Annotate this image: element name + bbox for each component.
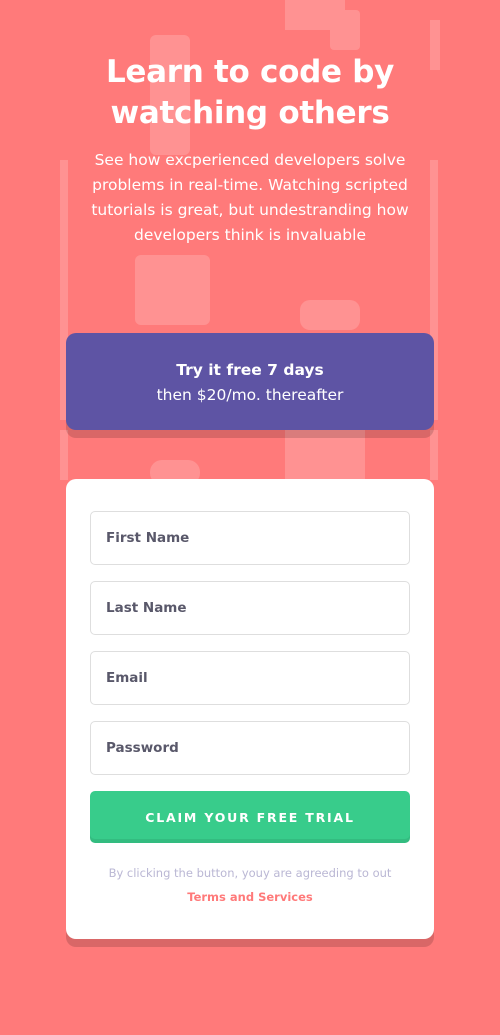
terms-link[interactable]: Terms and Services [187, 890, 312, 904]
terms-notice: By clicking the button, youy are agreedi… [90, 861, 410, 909]
intro-section: Learn to code by watching others See how… [0, 52, 500, 248]
last-name-input[interactable] [90, 581, 410, 635]
claim-free-trial-button[interactable]: CLAIM YOUR FREE TRIAL [90, 791, 410, 843]
email-input[interactable] [90, 651, 410, 705]
promo-price-text: then $20/mo. thereafter [156, 386, 344, 404]
signup-form: CLAIM YOUR FREE TRIAL By clicking the bu… [66, 479, 434, 939]
trial-promo-banner: Try it free 7 days then $20/mo. thereaft… [66, 333, 434, 430]
promo-headline: Try it free 7 days [176, 361, 324, 379]
first-name-input[interactable] [90, 511, 410, 565]
terms-text: By clicking the button, youy are agreedi… [108, 866, 392, 880]
intro-description: See how excperienced developers solve pr… [91, 151, 409, 244]
page-title: Learn to code by watching others [105, 54, 395, 131]
password-input[interactable] [90, 721, 410, 775]
